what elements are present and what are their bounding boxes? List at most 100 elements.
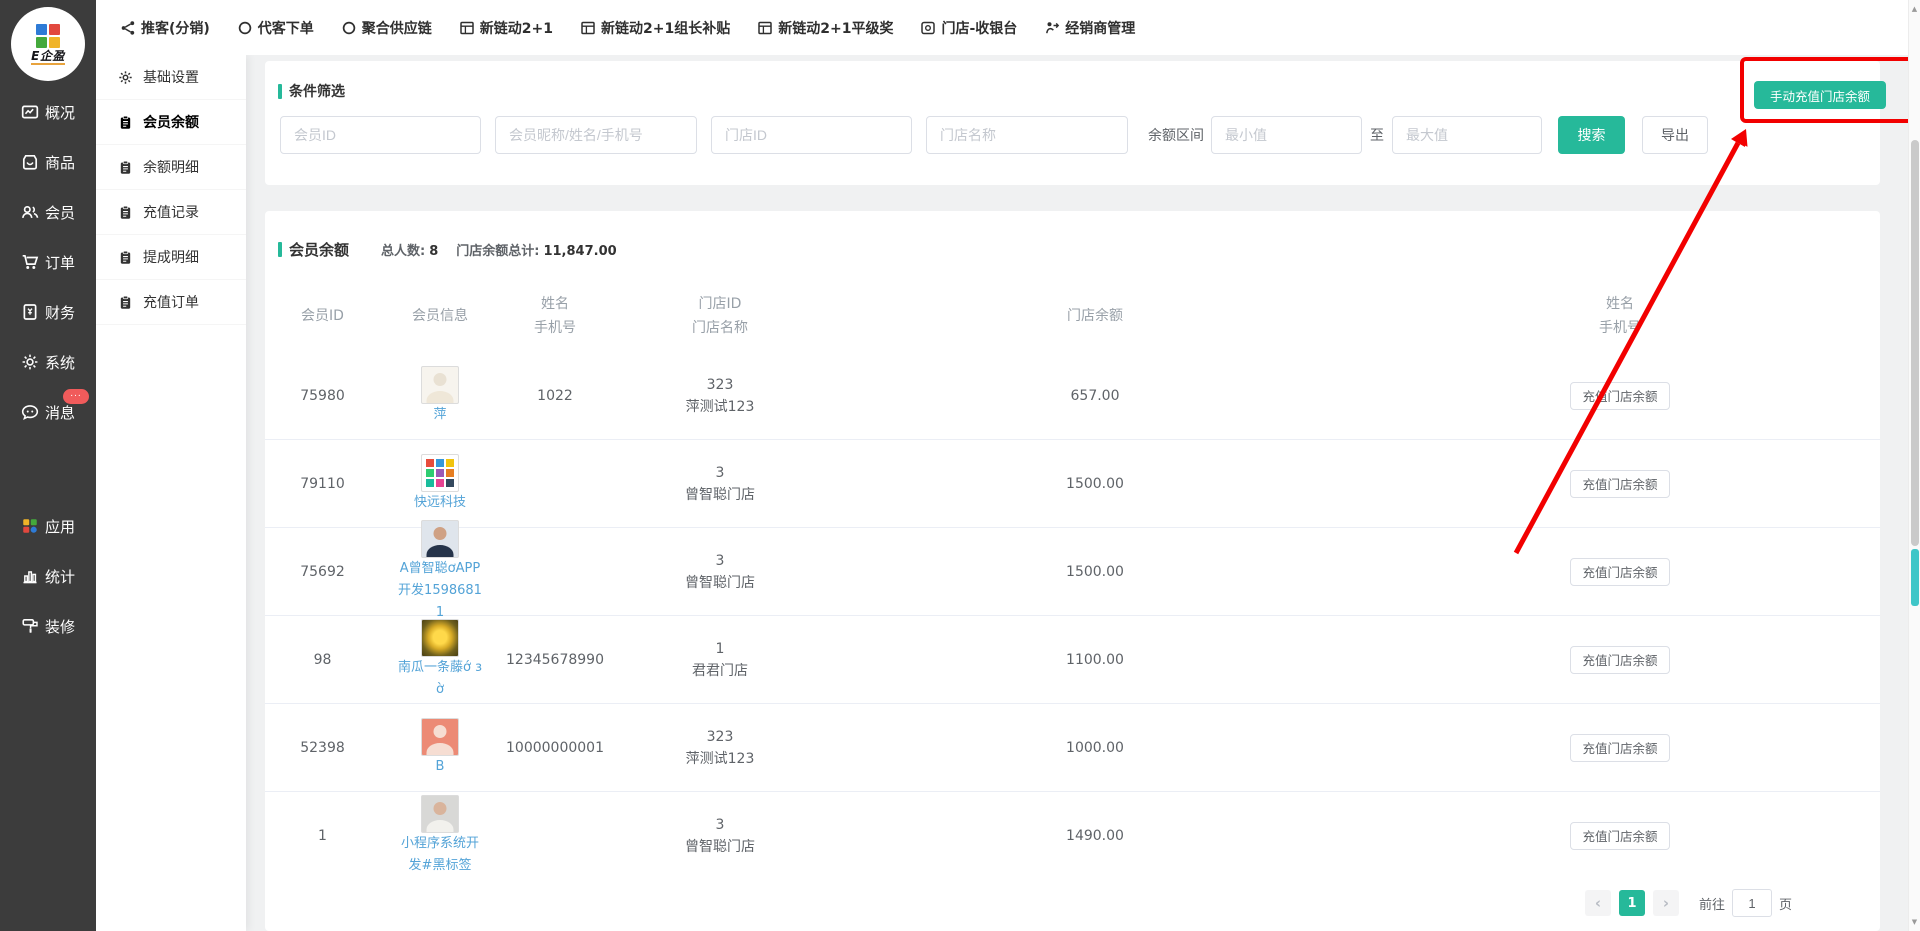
topnav-left: 推客(分销) 代客下单 聚合供应链 新链动2+1 新链动2+1组长补贴 新链动2+1平级奖… bbox=[120, 18, 1162, 38]
sidebar-item-label: 装修 bbox=[45, 616, 75, 637]
member-nickname-link[interactable]: 小程序系统开发#黑标签 bbox=[395, 833, 485, 877]
topnav-item-label: 新链动2+1组长补贴 bbox=[601, 18, 730, 38]
panel-icon bbox=[580, 20, 596, 36]
member-nickname-link[interactable]: 快远科技 bbox=[414, 492, 466, 514]
member-nickname-link[interactable]: 萍 bbox=[433, 404, 446, 426]
sidebar-item-label: 会员 bbox=[45, 202, 75, 223]
overview-icon bbox=[21, 103, 39, 121]
column-header: 门店余额 bbox=[830, 304, 1360, 328]
cashier-icon bbox=[920, 20, 936, 36]
brand-logo[interactable]: E企盈 bbox=[11, 7, 85, 81]
member-nickname-link[interactable]: B bbox=[436, 756, 445, 778]
recharge-store-balance-button[interactable]: 充值门店余额 bbox=[1570, 382, 1670, 410]
filter-title: 条件筛选 bbox=[289, 81, 345, 101]
goto-page-input[interactable] bbox=[1732, 889, 1772, 917]
red-person-avatar[interactable] bbox=[421, 718, 459, 756]
sidebar-item-label: 订单 bbox=[45, 252, 75, 273]
topnav-item[interactable]: 代客下单 bbox=[237, 18, 314, 38]
search-button[interactable]: 搜索 bbox=[1558, 116, 1625, 154]
topnav-item-label: 新链动2+1平级奖 bbox=[778, 18, 893, 38]
grid-avatar[interactable] bbox=[421, 454, 459, 492]
submenu-item-会员余额[interactable]: 会员余额 bbox=[96, 100, 246, 145]
store-balance-cell: 1100.00 bbox=[830, 652, 1360, 668]
circle-icon bbox=[237, 20, 253, 36]
table-row: 75692A曾智聪ơAPP开发159868113曾智聪门店1500.00充值门店… bbox=[265, 528, 1880, 616]
submenu-item-提成明细[interactable]: 提成明细 bbox=[96, 235, 246, 280]
recharge-store-balance-button[interactable]: 充值门店余额 bbox=[1570, 822, 1670, 850]
filter-input[interactable] bbox=[926, 116, 1128, 154]
member-balance-panel: 会员余额 总人数:8 门店余额总计:11,847.00 会员ID会员信息姓名手机… bbox=[265, 211, 1880, 931]
table-stats: 总人数:8 门店余额总计:11,847.00 bbox=[381, 240, 617, 259]
sidebar-item-商品[interactable]: 商品 bbox=[0, 137, 96, 187]
message-badge: ... bbox=[63, 389, 89, 404]
filter-panel: 条件筛选 余额区间 至 搜索 导出 bbox=[265, 61, 1880, 185]
table-meta-row: 会员余额 总人数:8 门店余额总计:11,847.00 bbox=[265, 211, 1880, 260]
prev-page-button[interactable]: ‹ bbox=[1585, 890, 1611, 916]
sidebar-item-订单[interactable]: 订单 bbox=[0, 237, 96, 287]
manual-recharge-store-balance-button[interactable]: 手动充值门店余额 bbox=[1754, 81, 1886, 109]
pagination: ‹ 1 › 前往 页 bbox=[265, 876, 1880, 930]
filter-row: 余额区间 至 搜索 导出 bbox=[267, 116, 1880, 154]
max-value-input[interactable] bbox=[1392, 116, 1542, 154]
topnav-item-label: 新链动2+1 bbox=[480, 18, 553, 38]
member-nickname-link[interactable]: A曾智聪ơAPP开发15986811 bbox=[395, 558, 485, 624]
min-value-input[interactable] bbox=[1211, 116, 1362, 154]
recharge-store-balance-button[interactable]: 充值门店余额 bbox=[1570, 734, 1670, 762]
circle-icon bbox=[341, 20, 357, 36]
topnav-item[interactable]: 新链动2+1 bbox=[459, 18, 553, 38]
woman-photo-avatar[interactable] bbox=[421, 795, 459, 833]
next-page-button[interactable]: › bbox=[1653, 890, 1679, 916]
recharge-store-balance-button[interactable]: 充值门店余额 bbox=[1570, 646, 1670, 674]
man-photo-avatar[interactable] bbox=[421, 520, 459, 558]
topnav-item[interactable]: 推客(分销) bbox=[120, 18, 210, 38]
submenu-item-label: 余额明细 bbox=[143, 157, 199, 177]
sunflower-avatar[interactable] bbox=[421, 619, 459, 657]
submenu-item-基础设置[interactable]: 基础设置 bbox=[96, 55, 246, 100]
goods-icon bbox=[21, 153, 39, 171]
share-icon bbox=[120, 20, 136, 36]
export-button[interactable]: 导出 bbox=[1642, 116, 1708, 154]
submenu-item-充值记录[interactable]: 充值记录 bbox=[96, 190, 246, 235]
filter-input[interactable] bbox=[280, 116, 481, 154]
recharge-store-balance-button[interactable]: 充值门店余额 bbox=[1570, 470, 1670, 498]
avatar-body bbox=[427, 743, 454, 756]
topnav-item[interactable]: 聚合供应链 bbox=[341, 18, 432, 38]
topnav-item[interactable]: 新链动2+1组长补贴 bbox=[580, 18, 730, 38]
scroll-down-icon[interactable]: ▼ bbox=[1909, 918, 1920, 926]
sidebar-item-会员[interactable]: 会员 bbox=[0, 187, 96, 237]
sketch-avatar[interactable] bbox=[421, 366, 459, 404]
column-header: 姓名手机号 bbox=[1360, 292, 1880, 340]
table-row: 1小程序系统开发#黑标签3曾智聪门店1490.00充值门店余额 bbox=[265, 792, 1880, 876]
sidebar-item-label: 财务 bbox=[45, 302, 75, 323]
table-row: 75980萍1022323萍测试123657.00充值门店余额 bbox=[265, 352, 1880, 440]
avatar-head bbox=[434, 527, 447, 540]
scroll-up-icon[interactable]: ▲ bbox=[1909, 5, 1920, 13]
page-scrollbar[interactable]: ▲ ▼ bbox=[1908, 0, 1920, 931]
table-header-row: 会员ID会员信息姓名手机号门店ID门店名称门店余额姓名手机号 bbox=[265, 280, 1880, 352]
sidebar-item-消息[interactable]: 消息... bbox=[0, 387, 96, 437]
sidebar-item-系统[interactable]: 系统 bbox=[0, 337, 96, 387]
member-nickname-link[interactable]: 南瓜一条藤ớ з ờ bbox=[395, 657, 485, 701]
sidebar-item-应用[interactable]: 应用 bbox=[0, 501, 96, 551]
submenu-item-充值订单[interactable]: 充值订单 bbox=[96, 280, 246, 325]
finance-icon bbox=[21, 303, 39, 321]
sidebar-item-统计[interactable]: 统计 bbox=[0, 551, 96, 601]
recharge-store-balance-button[interactable]: 充值门店余额 bbox=[1570, 558, 1670, 586]
topnav-item[interactable]: 经销商管理 bbox=[1044, 18, 1135, 38]
member-id-cell: 1 bbox=[265, 828, 380, 844]
topnav-item[interactable]: 门店-收银台 bbox=[920, 18, 1017, 38]
filter-input[interactable] bbox=[495, 116, 697, 154]
topnav-item[interactable]: 新链动2+1平级奖 bbox=[757, 18, 893, 38]
sidebar-item-装修[interactable]: 装修 bbox=[0, 601, 96, 651]
sidebar-item-概况[interactable]: 概况 bbox=[0, 87, 96, 137]
current-page-button[interactable]: 1 bbox=[1619, 890, 1645, 916]
action-cell: 充值门店余额 bbox=[1360, 646, 1880, 674]
green-accent-bar bbox=[278, 84, 282, 99]
sidebar-item-财务[interactable]: 财务 bbox=[0, 287, 96, 337]
scrollbar-thumb[interactable] bbox=[1911, 140, 1919, 546]
topnav-item-label: 聚合供应链 bbox=[362, 18, 432, 38]
filter-input[interactable] bbox=[711, 116, 912, 154]
member-info-cell: A曾智聪ơAPP开发15986811 bbox=[380, 520, 500, 624]
submenu-item-余额明细[interactable]: 余额明细 bbox=[96, 145, 246, 190]
logo-mark-icon bbox=[36, 24, 60, 48]
